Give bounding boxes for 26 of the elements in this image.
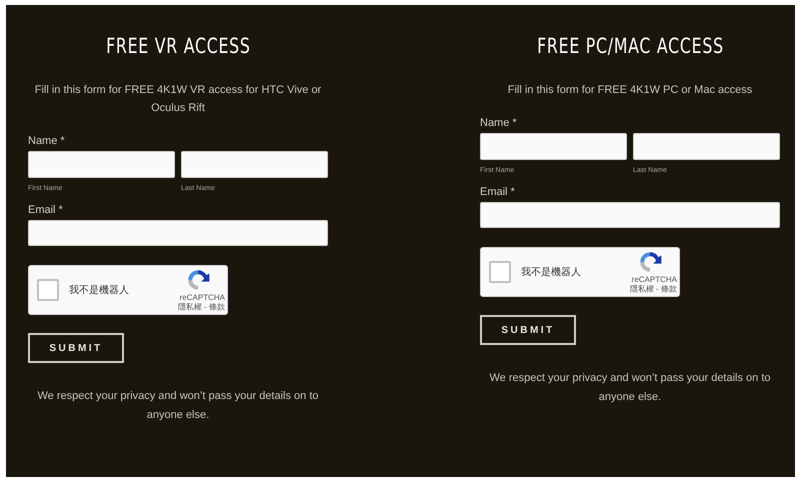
field-label: Name * [28,135,65,147]
checkbox[interactable] [37,279,59,301]
captcha-brand: reCAPTCHA [632,275,677,284]
field-label: Email * [480,186,515,198]
input-field[interactable] [28,151,175,178]
form-title: FREE PC/MAC ACCESS [536,33,724,59]
field-label: Name * [480,117,517,129]
input-field[interactable] [181,151,328,178]
form-title: FREE VR ACCESS [106,33,250,59]
checkbox[interactable] [489,261,511,283]
input-field[interactable] [480,133,627,160]
captcha-brand: reCAPTCHA [180,293,225,302]
captcha-links[interactable]: 隱私權 - 條款 [178,303,225,312]
submit-button[interactable]: SUBMIT [28,333,124,363]
input-field[interactable] [633,133,780,160]
form-description: Fill in this form for FREE 4K1W PC or Mac access [506,83,754,98]
submit-button[interactable]: SUBMIT [480,315,576,345]
captcha-links[interactable]: 隱私權 - 條款 [630,285,677,294]
checkbox-label: 我不是機器人 [521,266,582,279]
input-field[interactable] [480,202,780,228]
form-description: Fill in this form for FREE 4K1W VR access for HTC Vive or Oculus Rift [34,83,322,116]
privacy-note: We respect your privacy and won’t pass your details on to anyone else. [36,389,320,423]
privacy-note: We respect your privacy and won’t pass your details on to anyone else. [488,371,772,405]
field-label: Email * [28,204,63,216]
input-field[interactable] [28,220,328,246]
checkbox-label: 我不是機器人 [69,284,130,297]
